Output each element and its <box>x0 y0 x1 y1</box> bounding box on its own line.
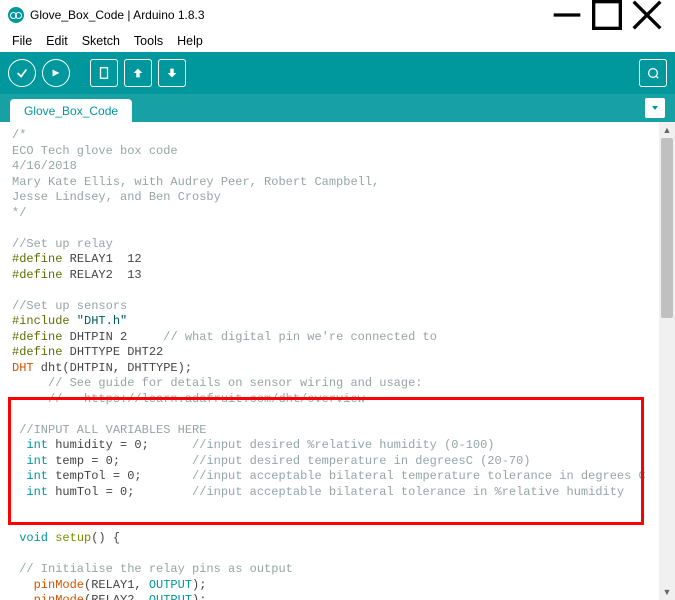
scrollbar-thumb[interactable] <box>661 138 673 318</box>
code-token: void <box>12 531 48 545</box>
code-line: ECO Tech glove box code <box>12 144 178 158</box>
menu-bar: File Edit Sketch Tools Help <box>0 30 675 52</box>
code-line: /* <box>12 128 26 142</box>
code-line: 4/16/2018 <box>12 159 77 173</box>
code-token: int <box>12 438 48 452</box>
code-token: //input desired %relative humidity (0-10… <box>192 438 494 452</box>
code-token: #define <box>12 252 62 266</box>
save-button[interactable] <box>158 59 186 87</box>
code-token: #define <box>12 330 62 344</box>
code-token: #define <box>12 345 62 359</box>
tab-active[interactable]: Glove_Box_Code <box>10 99 132 122</box>
code-token: int <box>12 469 48 483</box>
code-line: // See guide for details on sensor wirin… <box>12 376 422 390</box>
scroll-up-arrow[interactable]: ▲ <box>659 122 675 138</box>
code-token: pinMode <box>12 578 84 592</box>
title-bar: Glove_Box_Code | Arduino 1.8.3 <box>0 0 675 30</box>
code-line: //Set up sensors <box>12 299 127 313</box>
code-token: setup <box>55 531 91 545</box>
new-button[interactable] <box>90 59 118 87</box>
code-line: //Set up relay <box>12 237 113 251</box>
code-token: humidity = 0; <box>48 438 192 452</box>
code-token: RELAY1 12 <box>62 252 141 266</box>
code-token: (RELAY2, <box>84 593 149 600</box>
code-token: //input acceptable bilateral temperature… <box>192 469 646 483</box>
code-line: Mary Kate Ellis, with Audrey Peer, Rober… <box>12 175 379 189</box>
serial-monitor-button[interactable] <box>639 59 667 87</box>
close-button[interactable] <box>627 1 667 29</box>
code-token: OUTPUT <box>149 578 192 592</box>
menu-help[interactable]: Help <box>171 32 209 50</box>
code-line: Jesse Lindsey, and Ben Crosby <box>12 190 221 204</box>
code-token: int <box>12 454 48 468</box>
code-token: () { <box>91 531 120 545</box>
code-token: DHTPIN 2 <box>62 330 163 344</box>
code-token: //input desired temperature in degreesC … <box>192 454 530 468</box>
code-token: //input acceptable bilateral tolerance i… <box>192 485 624 499</box>
scroll-down-arrow[interactable]: ▼ <box>659 584 675 600</box>
menu-edit[interactable]: Edit <box>40 32 74 50</box>
code-token: #define <box>12 268 62 282</box>
maximize-button[interactable] <box>587 1 627 29</box>
toolbar <box>0 52 675 94</box>
code-token: ); <box>192 578 206 592</box>
code-token: dht(DHTPIN, DHTTYPE); <box>34 361 192 375</box>
code-line: */ <box>12 206 26 220</box>
code-token: "DHT.h" <box>70 314 128 328</box>
code-token: (RELAY1, <box>84 578 149 592</box>
code-token: pinMode <box>12 593 84 600</box>
code-token: #include <box>12 314 70 328</box>
code-line: // Initialise the relay pins as output <box>12 562 293 576</box>
editor-area: /* ECO Tech glove box code 4/16/2018 Mar… <box>0 122 675 600</box>
code-token: int <box>12 485 48 499</box>
tab-bar: Glove_Box_Code <box>0 94 675 122</box>
menu-file[interactable]: File <box>6 32 38 50</box>
window-title: Glove_Box_Code | Arduino 1.8.3 <box>30 8 547 22</box>
scrollbar-track[interactable] <box>659 138 675 584</box>
code-token: OUTPUT <box>149 593 192 600</box>
menu-tools[interactable]: Tools <box>128 32 169 50</box>
tab-menu-button[interactable] <box>645 98 665 118</box>
code-line: // https://learn.adafruit.com/dht/overvi… <box>12 392 365 406</box>
code-token: temp = 0; <box>48 454 192 468</box>
code-editor[interactable]: /* ECO Tech glove box code 4/16/2018 Mar… <box>0 122 675 600</box>
minimize-button[interactable] <box>547 1 587 29</box>
arduino-logo-icon <box>8 7 24 23</box>
code-token: DHTTYPE DHT22 <box>62 345 163 359</box>
verify-button[interactable] <box>8 59 36 87</box>
menu-sketch[interactable]: Sketch <box>76 32 126 50</box>
code-token: ); <box>192 593 206 600</box>
code-line: //INPUT ALL VARIABLES HERE <box>12 423 206 437</box>
code-token: RELAY2 13 <box>62 268 141 282</box>
upload-button[interactable] <box>42 59 70 87</box>
code-token: DHT <box>12 361 34 375</box>
code-token: // what digital pin we're connected to <box>163 330 437 344</box>
code-token: tempTol = 0; <box>48 469 192 483</box>
vertical-scrollbar[interactable]: ▲ ▼ <box>659 122 675 600</box>
code-token: humTol = 0; <box>48 485 192 499</box>
open-button[interactable] <box>124 59 152 87</box>
